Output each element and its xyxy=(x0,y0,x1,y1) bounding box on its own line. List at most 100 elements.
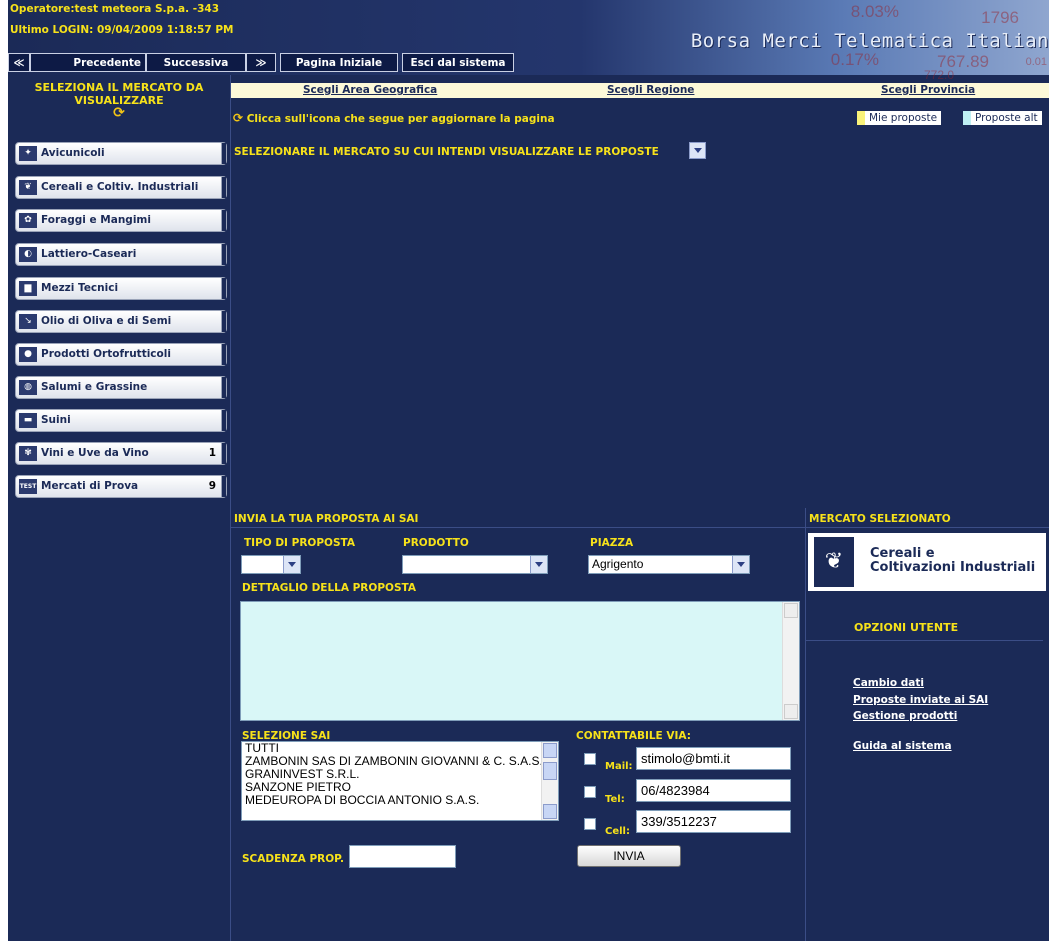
header: 8.03% 1796 0.17% 767.89 0.01 772.0 Opera… xyxy=(8,0,1049,82)
selected-market-title: MERCATO SELEZIONATO xyxy=(809,513,951,525)
market-select-dropdown[interactable] xyxy=(689,142,706,159)
cell-checkbox[interactable] xyxy=(584,818,596,830)
tipo-proposta-select[interactable] xyxy=(241,555,301,574)
ticker-value: 772.0 xyxy=(923,68,954,82)
tab-provincia[interactable]: Scegli Provincia xyxy=(881,84,975,96)
legend-others-swatch xyxy=(963,111,971,125)
panel-divider xyxy=(230,75,231,941)
sai-listbox[interactable]: TUTTI ZAMBONIN SAS DI ZAMBONIN GIOVANNI … xyxy=(241,741,559,821)
home-button[interactable]: Pagina Iniziale xyxy=(280,53,398,72)
brand-title: Borsa Merci Telematica Italian xyxy=(690,30,1049,52)
button-edge xyxy=(221,177,226,198)
button-edge xyxy=(221,344,226,365)
location-tabs: Scegli Area Geografica Scegli Regione Sc… xyxy=(231,83,1049,98)
market-salumi[interactable]: ◍ Salumi e Grassine xyxy=(15,376,227,399)
market-sidebar: SELEZIONA IL MERCATO DA VISUALIZZARE ⟳ ✦… xyxy=(8,75,230,941)
scroll-down-icon[interactable] xyxy=(543,804,557,819)
chicken-icon: ✦ xyxy=(19,146,37,161)
selected-market-card: ❦ Cereali e Coltivazioni Industriali xyxy=(808,533,1046,591)
cell-label: Cell: xyxy=(605,826,630,837)
navigation-bar: ≪ Precedente Successiva ≫ Pagina Inizial… xyxy=(8,53,528,73)
invia-button[interactable]: INVIA xyxy=(577,845,681,867)
market-label: Olio di Oliva e di Semi xyxy=(41,315,172,327)
market-lattiero-caseari[interactable]: ◐ Lattiero-Caseari xyxy=(15,243,227,266)
contact-label: CONTATTABILE VIA: xyxy=(576,730,691,742)
scroll-up-icon[interactable] xyxy=(543,743,557,758)
tel-label: Tel: xyxy=(605,794,625,805)
button-edge xyxy=(221,143,226,164)
selected-market-name-line2: Coltivazioni Industriali xyxy=(870,560,1036,575)
ticker-value: 8.03% xyxy=(850,2,899,21)
scadenza-label: SCADENZA PROP. xyxy=(242,853,344,865)
next-arrow-icon[interactable]: ≫ xyxy=(246,53,276,72)
tipo-proposta-label: TIPO DI PROPOSTA xyxy=(244,537,355,549)
prev-button[interactable]: Precedente xyxy=(30,53,146,72)
proposal-section-title: INVIA LA TUA PROPOSTA AI SAI xyxy=(234,513,419,525)
tab-regione[interactable]: Scegli Regione xyxy=(607,84,694,96)
piazza-select[interactable]: Agrigento xyxy=(588,555,750,574)
test-icon: TEST xyxy=(19,479,37,494)
legend-mine-label: Mie proposte xyxy=(865,111,942,125)
legend-others-label: Proposte alt xyxy=(971,111,1042,125)
market-foraggi[interactable]: ✿ Foraggi e Mangimi xyxy=(15,209,227,232)
scroll-up-icon[interactable] xyxy=(784,603,798,618)
tools-icon: ▆ xyxy=(19,281,37,296)
olive-icon: ↘ xyxy=(19,314,37,329)
refresh-hint-text: Clicca sull'icona che segue per aggiorna… xyxy=(246,113,555,125)
link-cambio-dati[interactable]: Cambio dati xyxy=(853,677,924,689)
market-ortofrutticoli[interactable]: ● Prodotti Ortofrutticoli xyxy=(15,343,227,366)
wheat-icon: ❦ xyxy=(19,180,37,195)
link-gestione-prodotti[interactable]: Gestione prodotti xyxy=(853,710,957,722)
next-button[interactable]: Successiva xyxy=(146,53,246,72)
mail-checkbox[interactable] xyxy=(584,753,596,765)
list-item[interactable]: MEDEUROPA DI BOCCIA ANTONIO S.A.S. xyxy=(242,794,558,807)
market-prova[interactable]: TEST Mercati di Prova 9 xyxy=(15,475,227,498)
dettaglio-textarea[interactable] xyxy=(240,601,800,721)
legend-mine: Mie proposte xyxy=(857,111,942,125)
sidebar-title-text: SELEZIONA IL MERCATO DA VISUALIZZARE xyxy=(34,81,204,107)
tel-checkbox[interactable] xyxy=(584,786,596,798)
scroll-thumb[interactable] xyxy=(543,762,557,780)
scadenza-field[interactable] xyxy=(349,845,456,868)
exit-button[interactable]: Esci dal sistema xyxy=(402,53,514,72)
market-label: Cereali e Coltiv. Industriali xyxy=(41,181,199,193)
ticker-value: 1796 xyxy=(981,8,1019,27)
listbox-scrollbar[interactable] xyxy=(541,742,558,820)
textarea-scrollbar[interactable] xyxy=(782,602,799,720)
market-mezzi-tecnici[interactable]: ▆ Mezzi Tecnici xyxy=(15,277,227,300)
tel-field[interactable]: 06/4823984 xyxy=(636,779,791,802)
dettaglio-label: DETTAGLIO DELLA PROPOSTA xyxy=(242,582,416,594)
button-edge xyxy=(221,377,226,398)
prev-arrow-icon[interactable]: ≪ xyxy=(8,53,30,72)
tab-area-geografica[interactable]: Scegli Area Geografica xyxy=(303,84,437,96)
market-label: Mezzi Tecnici xyxy=(41,282,119,294)
scroll-down-icon[interactable] xyxy=(784,704,798,719)
wheat-icon: ❦ xyxy=(814,537,854,587)
market-avicunicoli[interactable]: ✦ Avicunicoli xyxy=(15,142,227,165)
link-proposte-inviate[interactable]: Proposte inviate ai SAI xyxy=(853,694,988,706)
cell-field[interactable]: 339/3512237 xyxy=(636,810,791,833)
link-guida-sistema[interactable]: Guida al sistema xyxy=(853,740,952,752)
market-olio[interactable]: ↘ Olio di Oliva e di Semi xyxy=(15,310,227,333)
market-label: Vini e Uve da Vino xyxy=(41,447,149,459)
button-edge xyxy=(221,278,226,299)
right-divider xyxy=(805,508,806,941)
market-label: Mercati di Prova xyxy=(41,480,139,492)
operator-info: Operatore:test meteora S.p.a. -343 xyxy=(10,3,220,15)
prodotto-select[interactable] xyxy=(402,555,548,574)
last-login-info: Ultimo LOGIN: 09/04/2009 1:18:57 PM xyxy=(10,24,234,36)
ticker-value: 0.17% xyxy=(830,50,879,69)
market-cereali[interactable]: ❦ Cereali e Coltiv. Industriali xyxy=(15,176,227,199)
market-label: Suini xyxy=(41,414,71,426)
prodotto-label: PRODOTTO xyxy=(403,537,469,549)
piazza-value: Agrigento xyxy=(592,557,644,571)
ticker-value: 0.01 xyxy=(1025,56,1047,68)
mail-label: Mail: xyxy=(605,761,633,772)
pig-icon: ▬ xyxy=(19,413,37,428)
mail-field[interactable]: stimolo@bmti.it xyxy=(636,747,791,770)
market-vini[interactable]: ✾ Vini e Uve da Vino 1 xyxy=(15,442,227,465)
refresh-icon[interactable]: ⟳ xyxy=(113,106,125,120)
market-suini[interactable]: ▬ Suini xyxy=(15,409,227,432)
salami-icon: ◍ xyxy=(19,380,37,395)
refresh-icon[interactable]: ⟳ xyxy=(233,111,243,125)
